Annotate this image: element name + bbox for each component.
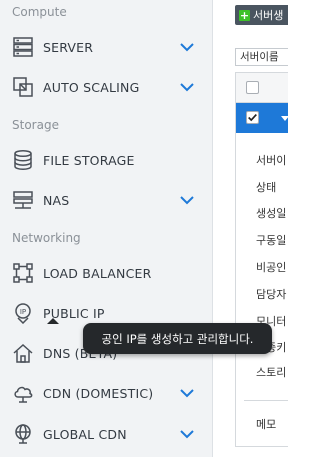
sidebar-item-label: GLOBAL CDN — [43, 426, 127, 442]
nas-icon — [12, 189, 34, 211]
detail-label: 메모 — [256, 418, 277, 431]
tooltip-arrow — [47, 318, 59, 324]
sidebar-item-label: FILE STORAGE — [43, 152, 135, 168]
chevron-down-icon[interactable] — [179, 81, 195, 93]
create-server-label: 서버생 — [253, 9, 284, 22]
svg-text:IP: IP — [20, 308, 26, 316]
globe-icon — [12, 423, 34, 445]
row-checkbox[interactable] — [246, 111, 259, 124]
divider — [244, 400, 288, 401]
search-filter-select[interactable]: 서버이름 — [235, 48, 288, 66]
chevron-down-icon[interactable] — [179, 41, 195, 53]
detail-label: 비공인 — [256, 261, 287, 274]
sidebar-item-label: NAS — [43, 192, 70, 208]
section-header-networking: Networking — [12, 231, 81, 245]
create-server-button[interactable]: + 서버생 — [235, 5, 288, 25]
detail-label: 서버이 — [256, 154, 287, 167]
detail-label: 구동일 — [256, 234, 287, 247]
select-all-checkbox[interactable] — [246, 81, 259, 94]
plus-icon: + — [239, 8, 250, 22]
section-header-compute: Compute — [12, 5, 67, 19]
sidebar-item-auto-scaling[interactable]: AUTO SCALING — [0, 72, 213, 102]
detail-label: 생성일 — [256, 207, 287, 220]
detail-label: 스토리 — [256, 366, 287, 379]
sidebar-item-label: LOAD BALANCER — [43, 265, 152, 281]
public-ip-tooltip: 공인 IP를 생성하고 관리합니다. — [83, 323, 272, 354]
chevron-down-icon[interactable] — [179, 428, 195, 440]
load-balancer-icon — [12, 262, 34, 284]
expand-caret-icon[interactable] — [281, 116, 288, 121]
server-icon — [12, 36, 34, 58]
chevron-down-icon[interactable] — [179, 194, 195, 206]
chevron-down-icon[interactable] — [179, 387, 195, 399]
table-header-row — [236, 73, 288, 103]
table-row-selected[interactable] — [236, 103, 288, 133]
database-icon — [12, 149, 34, 171]
detail-label: 상태 — [256, 181, 277, 194]
sidebar-item-label: CDN (DOMESTIC) — [43, 385, 154, 401]
sidebar-item-nas[interactable]: NAS — [0, 185, 213, 215]
sidebar-item-label: AUTO SCALING — [43, 79, 140, 95]
detail-label: 담당자 — [256, 288, 287, 301]
home-icon — [12, 342, 34, 364]
auto-scaling-icon — [12, 76, 34, 98]
public-ip-icon: IP — [12, 302, 34, 324]
cloud-icon — [12, 382, 34, 404]
sidebar-item-global-cdn[interactable]: GLOBAL CDN — [0, 419, 213, 449]
sidebar: Compute SERVER AUTO SCALING Storage FILE… — [0, 0, 213, 457]
sidebar-item-cdn-domestic[interactable]: CDN (DOMESTIC) — [0, 378, 213, 408]
sidebar-item-load-balancer[interactable]: LOAD BALANCER — [0, 258, 213, 288]
sidebar-item-server[interactable]: SERVER — [0, 32, 213, 62]
main-content: + 서버생 서버이름 서버이 상태 생성일 구동일 비공인 담당자 모니터 인증… — [214, 0, 288, 457]
section-header-storage: Storage — [12, 118, 59, 132]
sidebar-item-label: SERVER — [43, 39, 94, 55]
server-table: 서버이 상태 생성일 구동일 비공인 담당자 모니터 인증키 스토리 메모 — [235, 72, 288, 447]
sidebar-item-file-storage[interactable]: FILE STORAGE — [0, 145, 213, 175]
